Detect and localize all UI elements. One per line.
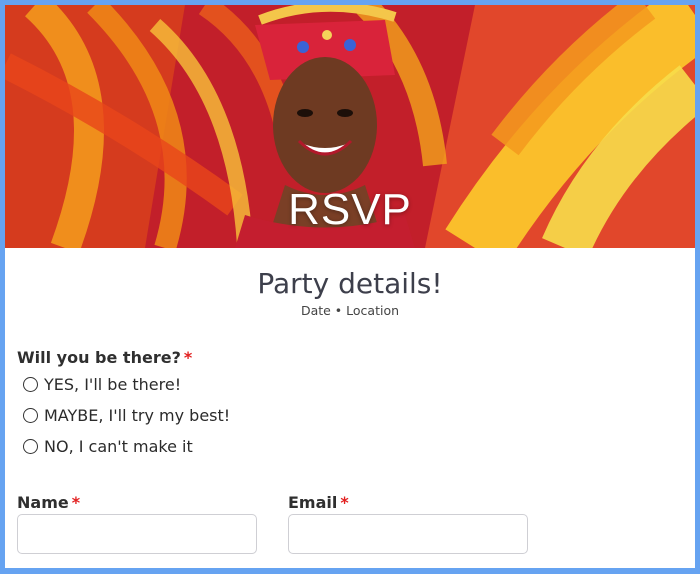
hero-title: RSVP (288, 185, 412, 234)
option-yes-label: YES, I'll be there! (44, 375, 182, 394)
name-input[interactable] (17, 514, 257, 554)
email-input[interactable] (288, 514, 528, 554)
email-label-text: Email (288, 493, 338, 512)
rsvp-form: RSVP Party details! Date • Location Will… (0, 0, 700, 574)
radio-no[interactable] (23, 439, 38, 454)
option-maybe[interactable]: MAYBE, I'll try my best! (23, 406, 230, 425)
attendance-question-label: Will you be there? (17, 348, 181, 367)
email-field-label: Email * (288, 493, 349, 512)
hero-banner: RSVP (5, 5, 695, 248)
option-no[interactable]: NO, I can't make it (23, 437, 193, 456)
required-asterisk: * (340, 493, 349, 512)
option-maybe-label: MAYBE, I'll try my best! (44, 406, 231, 425)
page-title: Party details! (257, 267, 443, 300)
page-subtitle: Date • Location (300, 303, 400, 318)
radio-maybe[interactable] (23, 408, 38, 423)
attendance-question: Will you be there? * (17, 348, 192, 367)
radio-yes[interactable] (23, 377, 38, 392)
option-no-label: NO, I can't make it (44, 437, 193, 456)
form-header: Party details! Date • Location (5, 267, 695, 318)
option-yes[interactable]: YES, I'll be there! (23, 375, 181, 394)
name-field-label: Name * (17, 493, 80, 512)
required-asterisk: * (71, 493, 81, 512)
name-label-text: Name (17, 493, 69, 512)
required-asterisk: * (183, 348, 193, 367)
